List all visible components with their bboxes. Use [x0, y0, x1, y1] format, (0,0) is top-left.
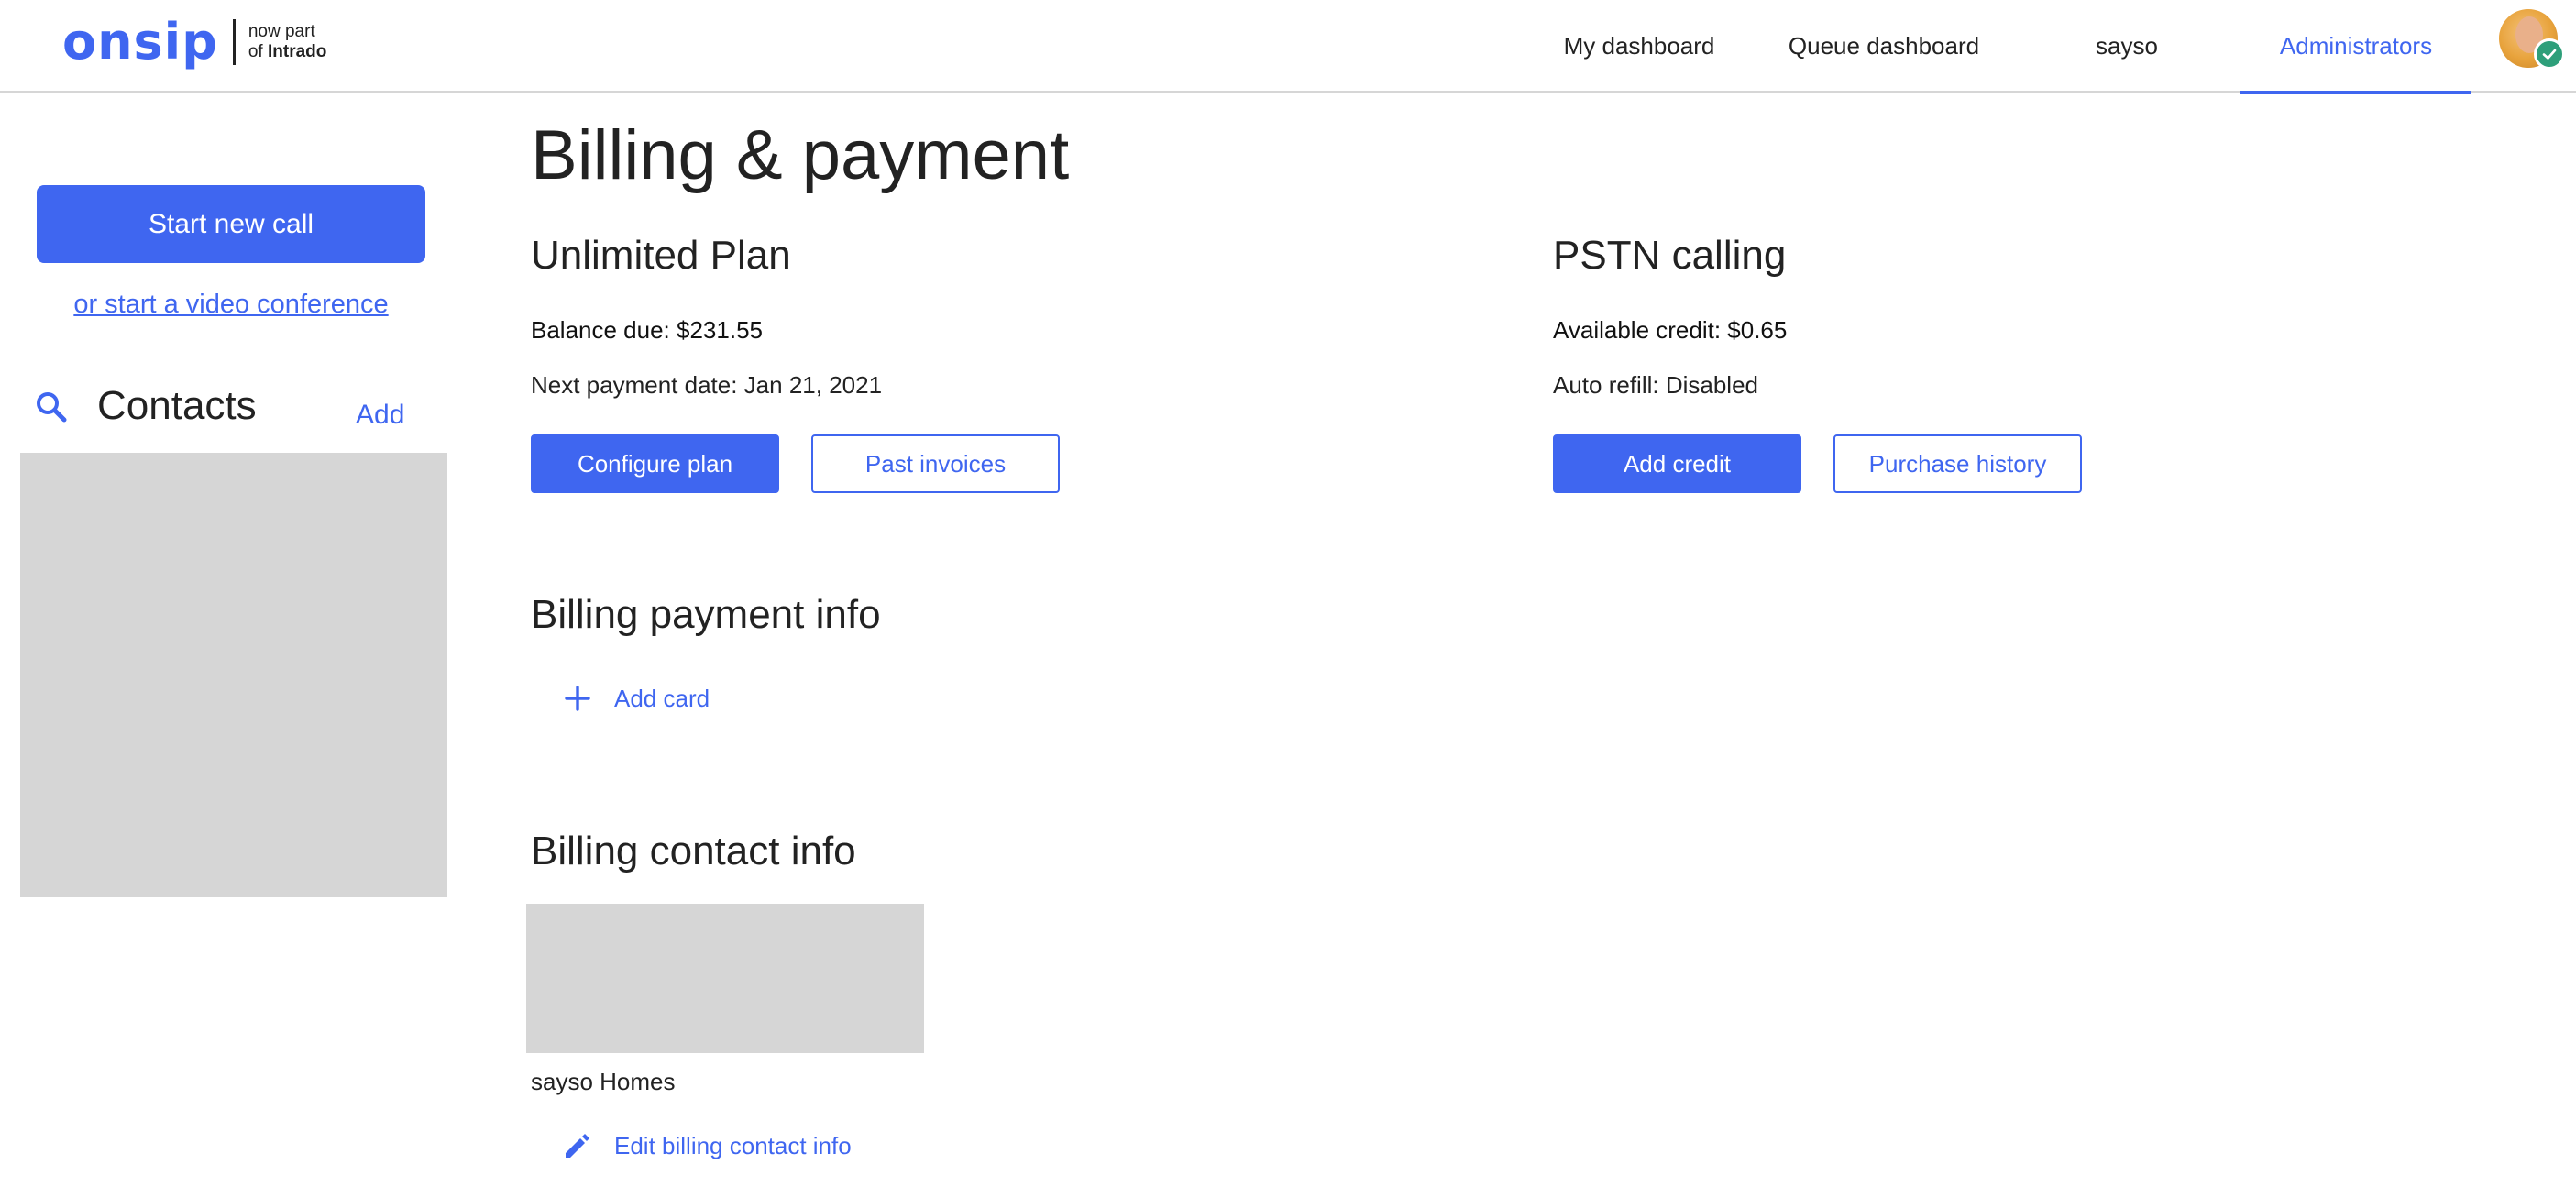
- purchase-history-button[interactable]: Purchase history: [1833, 434, 2082, 493]
- onsip-logo[interactable]: onsip now part of Intrado: [62, 15, 326, 70]
- available-credit: Available credit: $0.65: [1553, 316, 1788, 344]
- edit-billing-contact-label: Edit billing contact info: [614, 1131, 852, 1159]
- logo-tagline-of: of: [248, 42, 263, 61]
- nav-administrators[interactable]: Administrators: [2240, 0, 2471, 94]
- logo-tagline-brand: Intrado: [268, 42, 327, 61]
- check-icon: [2534, 38, 2565, 70]
- edit-billing-contact-button[interactable]: Edit billing contact info: [561, 1129, 852, 1162]
- balance-due: Balance due: $231.55: [531, 316, 763, 344]
- user-avatar[interactable]: [2499, 9, 2565, 70]
- add-card-button[interactable]: Add card: [561, 682, 710, 715]
- plus-icon: [561, 682, 594, 715]
- billing-company-name: sayso Homes: [531, 1068, 676, 1095]
- nav-queue-dashboard[interactable]: Queue dashboard: [1778, 0, 1989, 93]
- app-page: onsip now part of Intrado My dashboard Q…: [0, 0, 2576, 1197]
- add-credit-button[interactable]: Add credit: [1553, 434, 1801, 493]
- add-card-label: Add card: [614, 684, 710, 712]
- logo-tagline-line2: of Intrado: [248, 42, 327, 62]
- logo-tagline: now part of Intrado: [248, 22, 327, 62]
- contacts-list-placeholder: [20, 453, 447, 897]
- contact-info-heading: Billing contact info: [531, 829, 856, 873]
- nav-my-dashboard[interactable]: My dashboard: [1547, 0, 1731, 93]
- plan-heading: Unlimited Plan: [531, 233, 791, 278]
- start-new-call-button[interactable]: Start new call: [37, 185, 425, 263]
- payment-info-heading: Billing payment info: [531, 592, 881, 637]
- past-invoices-button[interactable]: Past invoices: [811, 434, 1060, 493]
- logo-divider: [232, 19, 236, 65]
- video-conference-link[interactable]: or start a video conference: [37, 290, 425, 320]
- contacts-heading: Contacts: [97, 383, 257, 428]
- next-payment-date: Next payment date: Jan 21, 2021: [531, 371, 883, 399]
- logo-tagline-line1: now part: [248, 22, 315, 41]
- pstn-heading: PSTN calling: [1553, 233, 1787, 278]
- configure-plan-button[interactable]: Configure plan: [531, 434, 779, 493]
- auto-refill-status: Auto refill: Disabled: [1553, 371, 1758, 399]
- billing-contact-image-placeholder: [526, 904, 924, 1053]
- pencil-icon: [561, 1129, 594, 1162]
- page-title: Billing & payment: [531, 116, 1070, 194]
- search-icon[interactable]: [33, 389, 70, 425]
- nav-sayso[interactable]: sayso: [2033, 0, 2220, 93]
- add-contact-button[interactable]: Add: [356, 400, 404, 431]
- top-header: onsip now part of Intrado My dashboard Q…: [0, 0, 2576, 94]
- logo-wordmark: onsip: [62, 13, 218, 71]
